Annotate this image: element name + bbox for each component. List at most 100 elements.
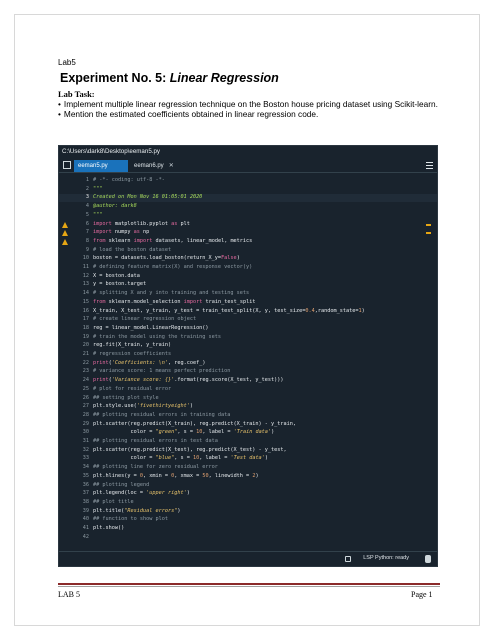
- warning-icon[interactable]: [62, 230, 68, 237]
- code-line[interactable]: 22 print('Coefficients: \n', reg.coef_): [59, 360, 437, 368]
- code-line[interactable]: 19 # train the model using the training s…: [59, 334, 437, 342]
- code-token: train_test_split: [202, 298, 256, 305]
- code-line[interactable]: 11 # defining feature matrix(X) and respo…: [59, 264, 437, 272]
- warning-icon[interactable]: [62, 221, 68, 228]
- code-text: # splitting X and y into training and te…: [93, 290, 249, 298]
- code-line[interactable]: 41 plt.show(): [59, 525, 437, 533]
- code-token: "Residual errors": [124, 507, 178, 514]
- code-token: ): [236, 255, 240, 262]
- line-number: 40: [82, 516, 89, 523]
- code-line[interactable]: 34 ## plotting line for zero residual err…: [59, 464, 437, 472]
- code-text: ## plotting line for zero residual error: [93, 464, 218, 472]
- kite-icon[interactable]: [425, 555, 431, 563]
- code-line[interactable]: 30 color = "green", s = 10, label = 'Tra…: [59, 429, 437, 437]
- code-token: sklearn: [105, 237, 134, 244]
- scrollbar-warning-marker[interactable]: [426, 223, 431, 226]
- tab-eeman6[interactable]: eeman6.py ✕: [130, 160, 216, 172]
- line-number: 12: [82, 272, 89, 279]
- code-line[interactable]: 10 boston = datasets.load_boston(return_X…: [59, 255, 437, 263]
- code-line[interactable]: 15 from sklearn.model_selection import tr…: [59, 299, 437, 307]
- line-number: 8: [85, 237, 89, 244]
- code-line[interactable]: 8 from sklearn import datasets, linear_mo…: [59, 238, 437, 246]
- code-editor-window[interactable]: C:\Users\dark8\Desktop\eeman5.py eeman5.…: [58, 145, 438, 567]
- code-line[interactable]: 3 Created on Mon Nov 16 01:05:01 2020: [59, 194, 437, 202]
- line-number: 11: [82, 264, 89, 270]
- line-number: 29: [82, 420, 89, 427]
- code-token: ): [264, 455, 268, 462]
- code-token: """: [93, 211, 103, 218]
- code-line[interactable]: 17 # create linear regression object: [59, 316, 437, 324]
- line-number: 6: [85, 220, 89, 227]
- code-token: # train the model using the training set…: [93, 333, 222, 340]
- code-text: ## plotting residual errors in test data: [93, 438, 218, 446]
- code-area[interactable]: 1 # -*- coding: utf-8 -*- 2 """ 3 Created on …: [59, 177, 437, 547]
- code-token: # plot for residual error: [93, 385, 172, 392]
- code-text: import matplotlib.pyplot as plt: [93, 221, 190, 229]
- code-line[interactable]: 35 plt.hlines(y = 0, xmin = 0, xmax = 50,…: [59, 473, 437, 481]
- footer-rule: [58, 583, 440, 585]
- code-text: ## plotting legend: [93, 482, 149, 490]
- code-text: @author: dark8: [93, 203, 137, 211]
- code-line[interactable]: 9 # load the boston dataset: [59, 247, 437, 255]
- line-number: 38: [82, 498, 89, 505]
- code-line[interactable]: 13 y = boston.target: [59, 281, 437, 289]
- code-line[interactable]: 21 # regression coefficients: [59, 351, 437, 359]
- code-line[interactable]: 7 import numpy as np: [59, 229, 437, 237]
- code-token: 'upper right': [146, 490, 187, 497]
- code-line[interactable]: 36 ## plotting legend: [59, 482, 437, 490]
- code-line[interactable]: 20 reg.fit(X_train, y_train): [59, 342, 437, 350]
- code-token: datasets, linear_model, metrics: [152, 237, 253, 244]
- code-line[interactable]: 29 plt.scatter(reg.predict(X_train), reg.…: [59, 421, 437, 429]
- code-token: , label =: [202, 429, 234, 436]
- code-text: # load the boston dataset: [93, 247, 171, 255]
- code-line[interactable]: 37 plt.legend(loc = 'upper right'): [59, 490, 437, 498]
- code-line[interactable]: 16 X_train, X_test, y_train, y_test = tra…: [59, 308, 437, 316]
- code-token: ## plot title: [93, 498, 134, 505]
- code-line[interactable]: 12 X = boston.data: [59, 273, 437, 281]
- line-number: 22: [82, 359, 89, 366]
- line-number: 28: [82, 411, 89, 418]
- code-line[interactable]: 42: [59, 534, 437, 542]
- code-line[interactable]: 2 """: [59, 186, 437, 194]
- code-line[interactable]: 33 color = "blue", s = 10, label = 'Test…: [59, 455, 437, 463]
- code-token: """: [93, 185, 103, 192]
- code-line[interactable]: 5 """: [59, 212, 437, 220]
- line-number: 31: [82, 438, 89, 444]
- code-line[interactable]: 4 @author: dark8: [59, 203, 437, 211]
- code-token: ## setting plot style: [93, 394, 159, 401]
- code-token: y = boston.target: [93, 281, 147, 288]
- code-line[interactable]: 26 ## setting plot style: [59, 395, 437, 403]
- code-line[interactable]: 1 # -*- coding: utf-8 -*-: [59, 177, 437, 185]
- code-line[interactable]: 6 import matplotlib.pyplot as plt: [59, 221, 437, 229]
- scrollbar-warning-marker[interactable]: [426, 232, 431, 235]
- code-text: """: [93, 212, 102, 220]
- line-number: 1: [85, 177, 89, 183]
- code-line[interactable]: 32 plt.scatter(reg.predict(X_test), reg.p…: [59, 447, 437, 455]
- code-line[interactable]: 31 ## plotting residual errors in test da…: [59, 438, 437, 446]
- hamburger-menu-icon[interactable]: [426, 162, 433, 169]
- code-line[interactable]: 14 # splitting X and y into training and …: [59, 290, 437, 298]
- code-line[interactable]: 40 ## function to show plot: [59, 516, 437, 524]
- code-token: False: [221, 255, 237, 262]
- footer-rule-thin: [58, 586, 440, 587]
- editor-tab-bar: eeman5.py eeman6.py ✕: [59, 158, 437, 173]
- code-line[interactable]: 27 plt.style.use('fivethirtyeight'): [59, 403, 437, 411]
- code-line[interactable]: 24 print('Variance score: {}'.format(reg.…: [59, 377, 437, 385]
- code-token: plt.hlines(y =: [93, 472, 140, 479]
- code-token: @author: dark8: [93, 203, 137, 210]
- code-line[interactable]: 23 # variance score: 1 means perfect pred…: [59, 368, 437, 376]
- code-text: print('Variance score: {}'.format(reg.sc…: [93, 377, 284, 385]
- file-browse-icon[interactable]: [63, 161, 71, 169]
- code-text: reg.fit(X_train, y_train): [93, 342, 171, 350]
- code-line[interactable]: 38 ## plot title: [59, 499, 437, 507]
- code-line[interactable]: 28 ## plotting residual errors in trainin…: [59, 412, 437, 420]
- code-token: , xmax =: [174, 472, 203, 479]
- warning-icon[interactable]: [62, 238, 68, 245]
- code-line[interactable]: 18 reg = linear_model.LinearRegression(): [59, 325, 437, 333]
- close-icon[interactable]: ✕: [169, 163, 174, 169]
- code-token: import: [133, 237, 153, 244]
- footer-lab-label: LAB 5: [58, 590, 80, 599]
- tab-eeman5[interactable]: eeman5.py: [74, 160, 128, 172]
- code-line[interactable]: 39 plt.title("Residual errors"): [59, 508, 437, 516]
- code-line[interactable]: 25 # plot for residual error: [59, 386, 437, 394]
